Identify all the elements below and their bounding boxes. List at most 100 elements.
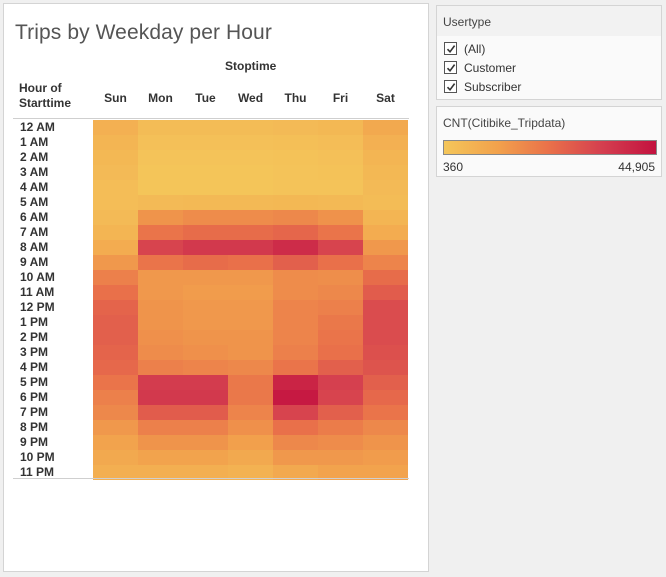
heatmap-cell[interactable] <box>273 180 318 195</box>
heatmap-cell[interactable] <box>273 345 318 360</box>
heatmap-cell[interactable] <box>93 285 138 300</box>
heatmap-cell[interactable] <box>273 420 318 435</box>
heatmap-cell[interactable] <box>363 150 408 165</box>
heatmap-cell[interactable] <box>318 285 363 300</box>
heatmap-cell[interactable] <box>93 210 138 225</box>
heatmap-cell[interactable] <box>93 120 138 135</box>
heatmap-cell[interactable] <box>318 360 363 375</box>
heatmap-cell[interactable] <box>228 210 273 225</box>
heatmap-cell[interactable] <box>228 195 273 210</box>
heatmap-cell[interactable] <box>93 420 138 435</box>
heatmap-cell[interactable] <box>363 195 408 210</box>
heatmap-cell[interactable] <box>228 315 273 330</box>
heatmap-cell[interactable] <box>318 300 363 315</box>
heatmap-cell[interactable] <box>228 135 273 150</box>
heatmap-cell[interactable] <box>318 210 363 225</box>
heatmap-cell[interactable] <box>318 345 363 360</box>
heatmap-cell[interactable] <box>183 225 228 240</box>
heatmap-cell[interactable] <box>318 135 363 150</box>
heatmap-cell[interactable] <box>318 255 363 270</box>
heatmap-cell[interactable] <box>138 315 183 330</box>
heatmap-cell[interactable] <box>363 330 408 345</box>
heatmap-cell[interactable] <box>363 315 408 330</box>
heatmap-cell[interactable] <box>228 435 273 450</box>
heatmap-cell[interactable] <box>318 435 363 450</box>
heatmap-cell[interactable] <box>273 210 318 225</box>
heatmap-cell[interactable] <box>363 120 408 135</box>
heatmap-cell[interactable] <box>273 300 318 315</box>
checkbox[interactable] <box>444 80 457 93</box>
heatmap-cell[interactable] <box>273 240 318 255</box>
heatmap-cell[interactable] <box>93 315 138 330</box>
heatmap-cell[interactable] <box>363 180 408 195</box>
heatmap-cell[interactable] <box>183 255 228 270</box>
heatmap-cell[interactable] <box>273 330 318 345</box>
heatmap-cell[interactable] <box>183 375 228 390</box>
heatmap-cell[interactable] <box>93 150 138 165</box>
heatmap-cell[interactable] <box>183 405 228 420</box>
heatmap-cell[interactable] <box>273 120 318 135</box>
heatmap-cell[interactable] <box>138 330 183 345</box>
heatmap-cell[interactable] <box>273 285 318 300</box>
heatmap-cell[interactable] <box>93 330 138 345</box>
heatmap-cell[interactable] <box>138 195 183 210</box>
heatmap-cell[interactable] <box>363 270 408 285</box>
heatmap-cell[interactable] <box>363 405 408 420</box>
heatmap-cell[interactable] <box>318 225 363 240</box>
heatmap-cell[interactable] <box>138 450 183 465</box>
heatmap-cell[interactable] <box>183 435 228 450</box>
heatmap-cell[interactable] <box>138 225 183 240</box>
heatmap-cell[interactable] <box>228 360 273 375</box>
heatmap-cell[interactable] <box>363 450 408 465</box>
heatmap-cell[interactable] <box>363 225 408 240</box>
heatmap-cell[interactable] <box>318 165 363 180</box>
heatmap-cell[interactable] <box>138 120 183 135</box>
heatmap-cell[interactable] <box>363 285 408 300</box>
heatmap-cell[interactable] <box>183 270 228 285</box>
heatmap-cell[interactable] <box>138 405 183 420</box>
heatmap-cell[interactable] <box>183 390 228 405</box>
heatmap-cell[interactable] <box>228 240 273 255</box>
heatmap-cell[interactable] <box>273 375 318 390</box>
heatmap-cell[interactable] <box>228 165 273 180</box>
heatmap-cell[interactable] <box>228 270 273 285</box>
checkbox[interactable] <box>444 61 457 74</box>
heatmap-cell[interactable] <box>318 390 363 405</box>
heatmap-cell[interactable] <box>183 285 228 300</box>
heatmap-cell[interactable] <box>138 135 183 150</box>
heatmap-cell[interactable] <box>318 330 363 345</box>
heatmap-cell[interactable] <box>93 390 138 405</box>
heatmap-cell[interactable] <box>93 165 138 180</box>
heatmap-cell[interactable] <box>318 315 363 330</box>
heatmap-cell[interactable] <box>138 210 183 225</box>
heatmap-cell[interactable] <box>363 435 408 450</box>
heatmap-cell[interactable] <box>138 390 183 405</box>
heatmap-cell[interactable] <box>228 405 273 420</box>
heatmap-cell[interactable] <box>228 420 273 435</box>
heatmap-cell[interactable] <box>318 375 363 390</box>
heatmap-cell[interactable] <box>93 450 138 465</box>
heatmap-cell[interactable] <box>363 345 408 360</box>
heatmap-cell[interactable] <box>318 420 363 435</box>
heatmap-cell[interactable] <box>363 135 408 150</box>
heatmap-cell[interactable] <box>183 240 228 255</box>
heatmap-cell[interactable] <box>228 255 273 270</box>
heatmap-cell[interactable] <box>183 120 228 135</box>
heatmap-cell[interactable] <box>93 375 138 390</box>
heatmap-cell[interactable] <box>273 255 318 270</box>
heatmap-cell[interactable] <box>318 270 363 285</box>
heatmap-cell[interactable] <box>318 240 363 255</box>
heatmap-cell[interactable] <box>183 345 228 360</box>
heatmap-cell[interactable] <box>138 375 183 390</box>
heatmap-cell[interactable] <box>183 450 228 465</box>
heatmap-cell[interactable] <box>228 345 273 360</box>
heatmap-cell[interactable] <box>273 195 318 210</box>
heatmap-cell[interactable] <box>228 180 273 195</box>
heatmap-cell[interactable] <box>183 420 228 435</box>
heatmap-cell[interactable] <box>318 405 363 420</box>
heatmap-cell[interactable] <box>273 390 318 405</box>
heatmap-cell[interactable] <box>228 330 273 345</box>
heatmap-cell[interactable] <box>183 315 228 330</box>
heatmap-cell[interactable] <box>93 195 138 210</box>
heatmap-cell[interactable] <box>93 435 138 450</box>
